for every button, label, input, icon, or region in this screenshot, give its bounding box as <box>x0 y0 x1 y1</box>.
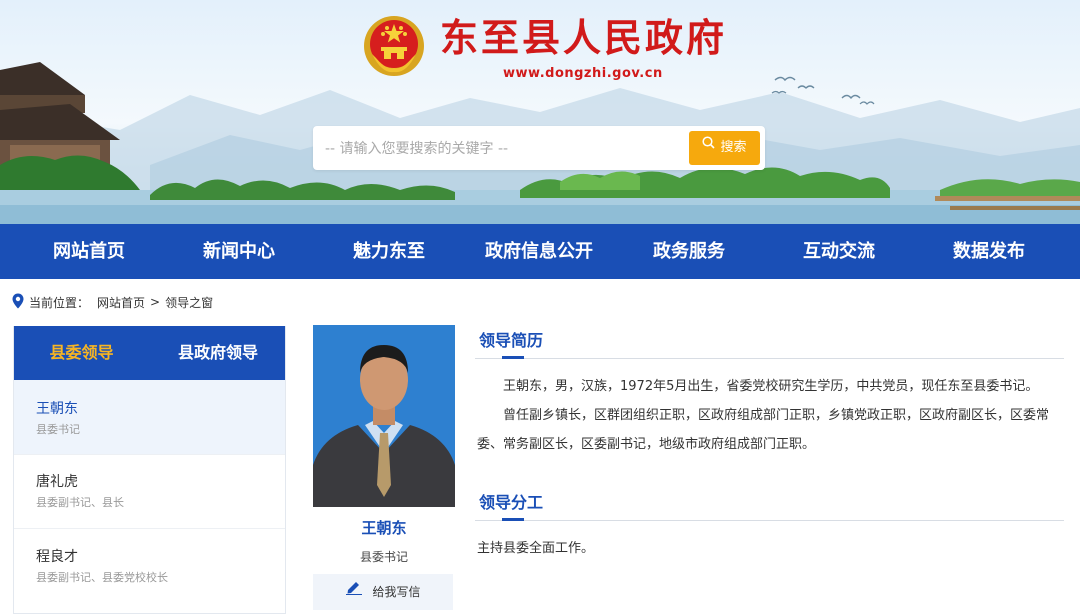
search-button-label: 搜索 <box>720 140 747 155</box>
search-button[interactable]: 搜索 <box>689 131 760 165</box>
profile-role: 县委书记 <box>359 550 408 564</box>
nav-item-home[interactable]: 网站首页 <box>25 224 153 279</box>
leader-name: 唐礼虎 <box>36 474 78 490</box>
leader-role: 县委副书记、县长 <box>36 496 124 509</box>
leader-role: 县委副书记、县委党校校长 <box>36 571 168 584</box>
leader-name: 程良才 <box>36 549 78 565</box>
leader-role: 县委书记 <box>36 423 80 436</box>
breadcrumb: 当前位置： 网站首页 > 领导之窗 <box>12 292 213 312</box>
tab-county-government[interactable]: 县政府领导 <box>164 326 272 380</box>
section-accent-mark <box>502 356 524 359</box>
leader-tabs: 县委领导 县政府领导 <box>14 326 285 380</box>
leader-list-item[interactable]: 程良才 县委副书记、县委党校校长 <box>14 529 285 602</box>
duty-text: 主持县委全面工作。 <box>477 541 595 556</box>
nav-item-charm[interactable]: 魅力东至 <box>325 224 453 279</box>
nav-item-gov-info[interactable]: 政府信息公开 <box>470 224 608 279</box>
site-url[interactable]: www.dongzhi.gov.cn <box>503 66 663 81</box>
section-divider <box>475 358 1064 359</box>
leader-list-item[interactable]: 唐礼虎 县委副书记、县长 <box>14 455 285 528</box>
search-input[interactable] <box>323 132 687 166</box>
site-title: 东至县人民政府 <box>440 16 728 60</box>
profile-name: 王朝东 <box>361 519 407 537</box>
breadcrumb-home-link[interactable]: 网站首页 <box>97 294 145 311</box>
write-letter-label: 给我写信 <box>372 585 421 599</box>
nav-item-data[interactable]: 数据发布 <box>925 224 1053 279</box>
breadcrumb-prefix: 当前位置： <box>29 295 90 310</box>
header-banner: 东至县人民政府 www.dongzhi.gov.cn 搜索 <box>0 0 1080 224</box>
nav-item-services[interactable]: 政务服务 <box>625 224 753 279</box>
nav-item-interaction[interactable]: 互动交流 <box>775 224 903 279</box>
breadcrumb-separator: > <box>150 295 161 309</box>
leader-sidebar: 县委领导 县政府领导 王朝东 县委书记 唐礼虎 县委副书记、县长 程良才 县委副… <box>13 326 286 614</box>
write-letter-button[interactable]: 给我写信 <box>313 574 453 610</box>
main-nav: 网站首页 新闻中心 魅力东至 政府信息公开 政务服务 互动交流 数据发布 <box>0 224 1080 279</box>
duty-section-title: 领导分工 <box>479 493 544 512</box>
leader-photo <box>313 325 455 507</box>
tab-county-committee[interactable]: 县委领导 <box>29 326 134 380</box>
resume-paragraph: 王朝东，男，汉族，1972年5月出生，省委党校研究生学历，中共党员，现任东至县委… <box>503 379 1039 394</box>
national-emblem-icon <box>364 16 424 76</box>
section-divider <box>475 520 1064 521</box>
leader-name: 王朝东 <box>36 401 78 417</box>
leader-list-item[interactable]: 王朝东 县委书记 <box>14 380 285 454</box>
resume-section-title: 领导简历 <box>479 331 544 350</box>
search-icon <box>702 129 716 163</box>
section-accent-mark <box>502 518 524 521</box>
nav-item-news[interactable]: 新闻中心 <box>175 224 303 279</box>
location-pin-icon <box>12 293 24 312</box>
pen-icon <box>345 573 363 609</box>
resume-paragraph: 曾任副乡镇长，区群团组织正职，区政府组成部门正职，乡镇党政正职，区政府副区长，区… <box>477 408 1050 452</box>
breadcrumb-current: 领导之窗 <box>165 295 214 310</box>
search-box: 搜索 <box>313 126 765 170</box>
